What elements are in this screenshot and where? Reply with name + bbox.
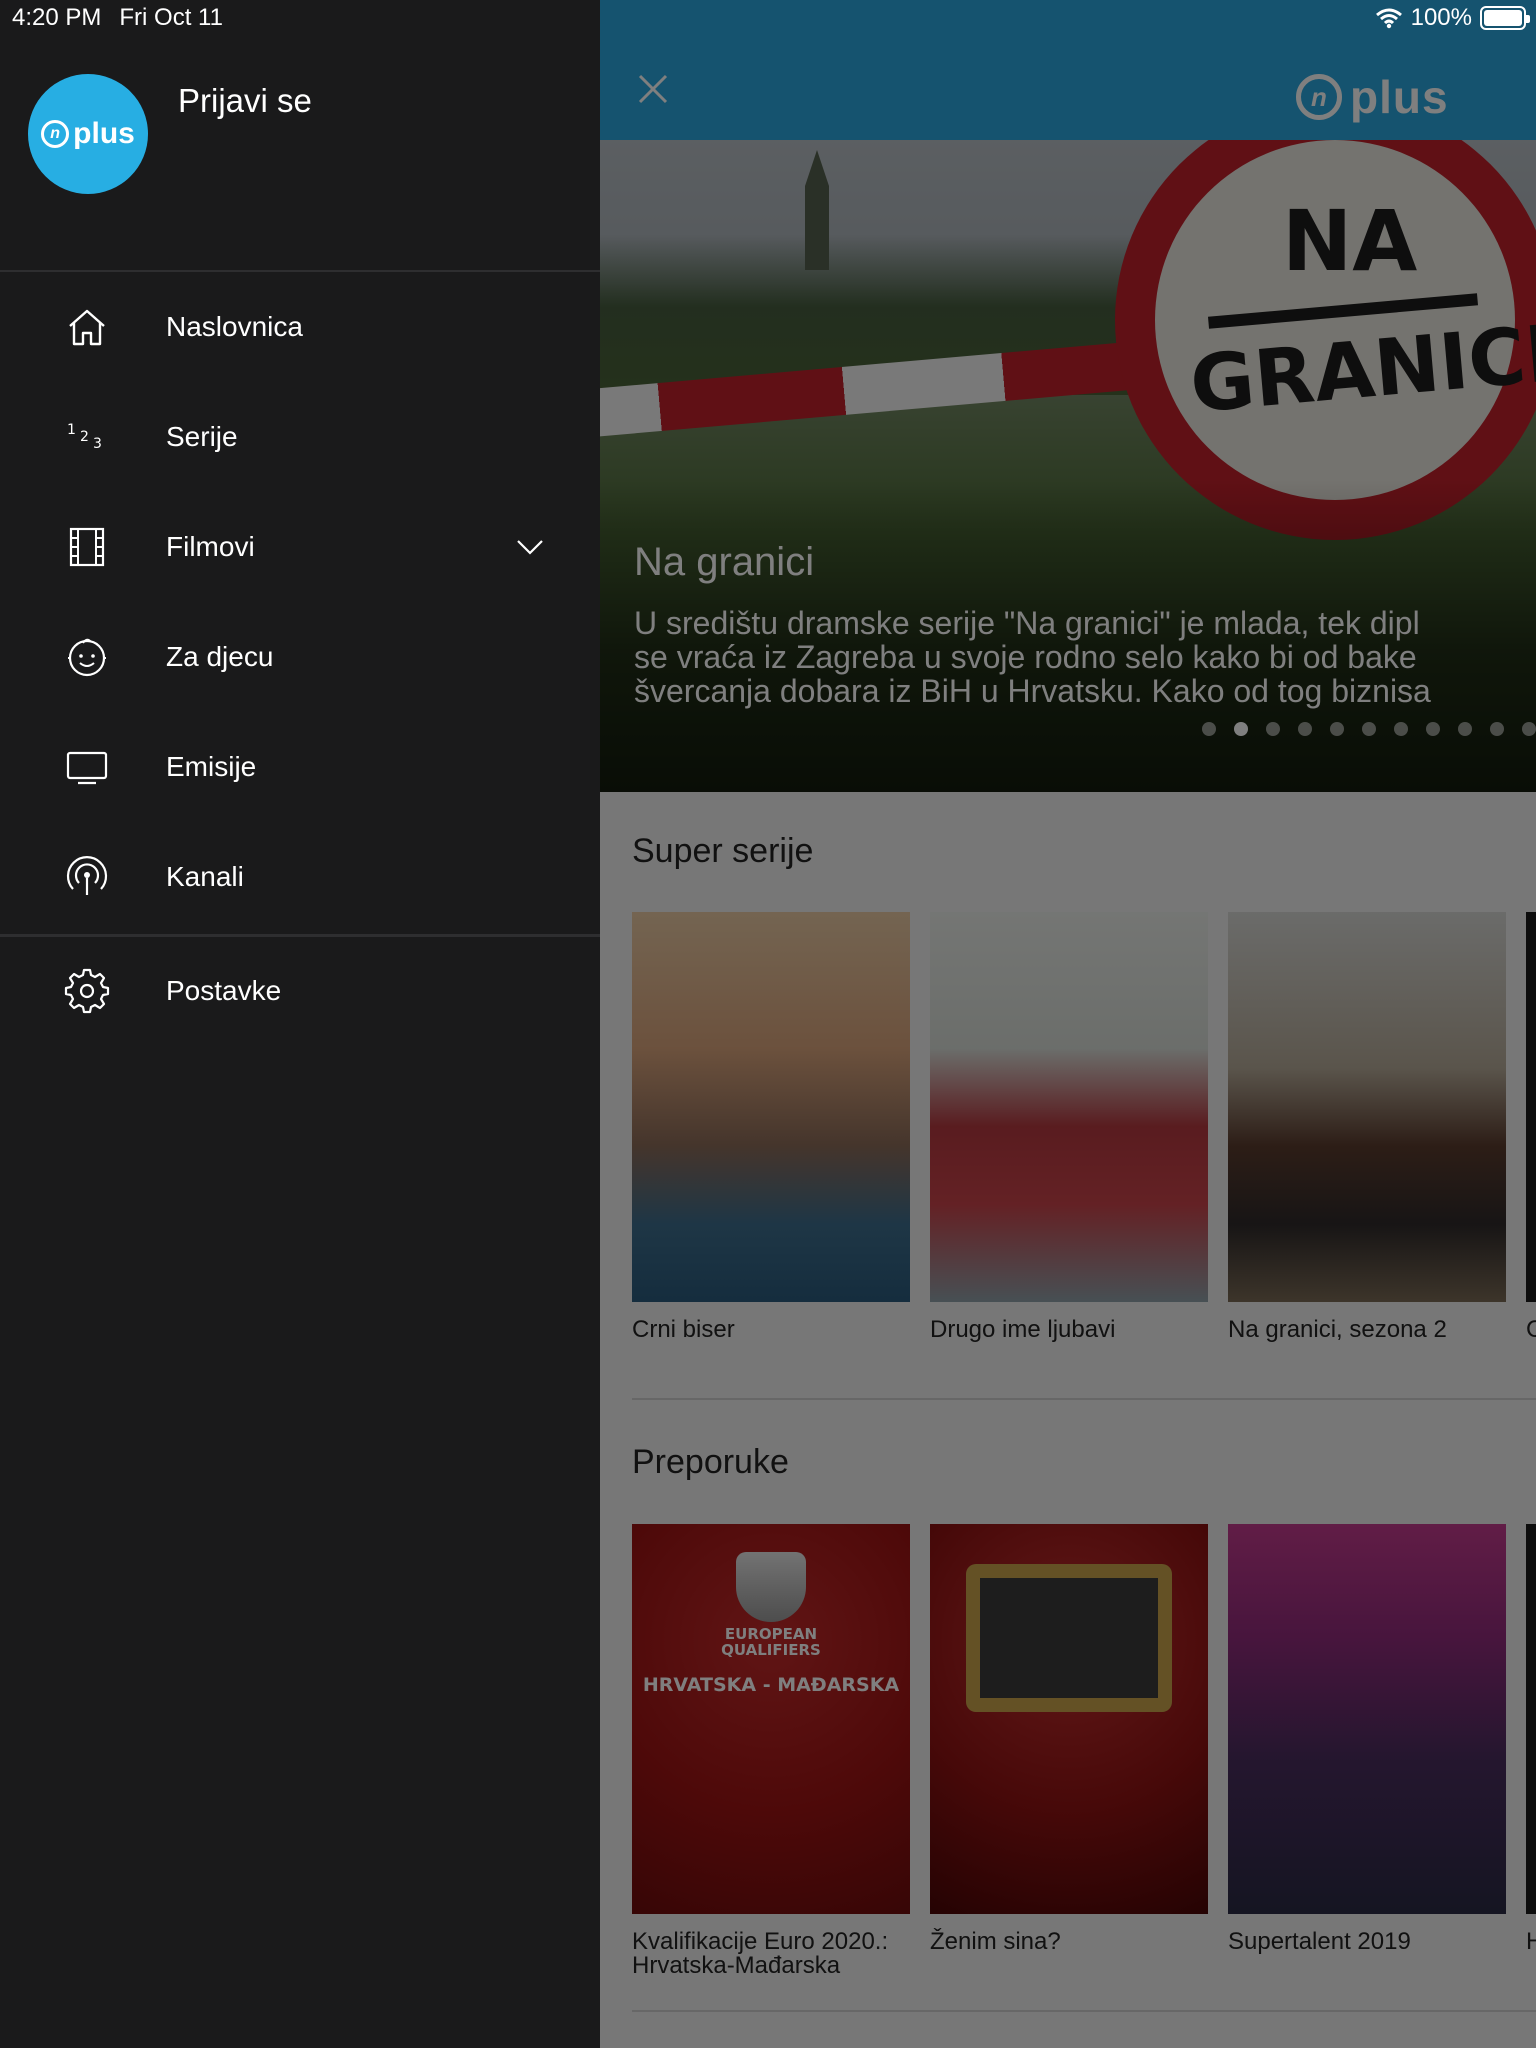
status-bar-left: 4:20 PM Fri Oct 11 (12, 4, 223, 32)
menu-item-label: Emisije (166, 751, 257, 782)
wifi-icon (1375, 8, 1402, 29)
svg-text:3: 3 (93, 436, 102, 452)
status-bar-right: 100% (1375, 4, 1530, 32)
menu-item-emisije[interactable]: Emisije (0, 722, 600, 812)
avatar[interactable]: n plus (28, 74, 148, 194)
broadcast-icon (66, 856, 108, 895)
menu-item-kanali[interactable]: Kanali (0, 832, 600, 922)
tv-icon (66, 751, 108, 785)
film-icon (69, 527, 105, 567)
svg-text:1: 1 (67, 422, 76, 438)
chevron-down-icon[interactable] (514, 531, 546, 563)
menu-item-label: Kanali (166, 861, 244, 892)
drawer-scrim[interactable] (600, 0, 1536, 2048)
status-time: 4:20 PM (12, 4, 102, 31)
menu-item-label: Filmovi (166, 531, 255, 562)
divider (0, 934, 600, 937)
menu-item-postavke[interactable]: Postavke (0, 946, 600, 1036)
avatar-logo-text: plus (73, 117, 135, 150)
login-link[interactable]: Prijavi se (178, 82, 312, 120)
menu-item-filmovi[interactable]: Filmovi (0, 502, 600, 592)
status-date: Fri Oct 11 (119, 4, 223, 31)
svg-text:2: 2 (80, 429, 89, 445)
menu-item-label: Naslovnica (166, 311, 303, 342)
gear-icon (64, 968, 110, 1014)
divider (0, 270, 600, 272)
main-content: n plus NA GRANICI Na granici U središtu … (600, 0, 1536, 2048)
battery-percent: 100% (1410, 4, 1472, 31)
menu-item-naslovnica[interactable]: Naslovnica (0, 282, 600, 372)
menu-item-label: Serije (166, 421, 238, 452)
battery-icon (1480, 6, 1530, 30)
menu-item-serije[interactable]: 1 2 3 Serije (0, 392, 600, 482)
menu-item-za-djecu[interactable]: Za djecu (0, 612, 600, 702)
menu-item-label: Za djecu (166, 641, 274, 672)
menu-item-label: Postavke (166, 975, 282, 1006)
baby-face-icon (68, 638, 106, 677)
numbers-icon: 1 2 3 (67, 422, 102, 452)
n-logo-icon: n (41, 120, 70, 148)
home-icon (69, 309, 105, 346)
navigation-drawer: 4:20 PM Fri Oct 11 n plus Prijavi se Nasl… (0, 0, 600, 2048)
